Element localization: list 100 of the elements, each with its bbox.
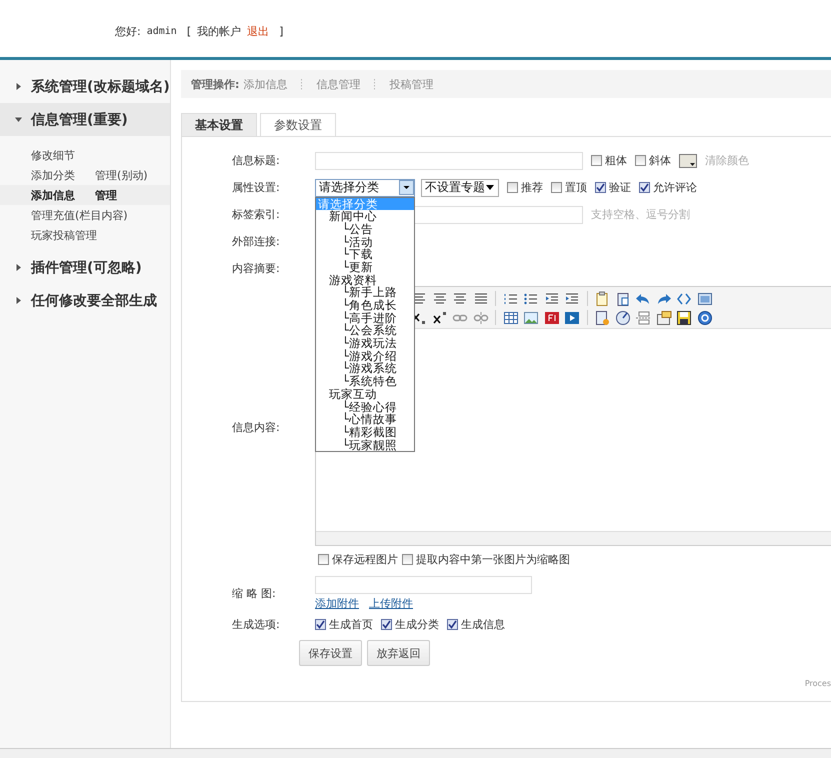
menu-group-header[interactable]: 信息管理(重要) bbox=[0, 103, 170, 136]
indent-icon[interactable] bbox=[544, 290, 560, 306]
tab[interactable]: 参数设置 bbox=[260, 113, 336, 136]
checkbox-label: 斜体 bbox=[649, 153, 671, 168]
checkbox-label: 保存远程图片 bbox=[332, 552, 398, 567]
dropdown-option[interactable]: └更新 bbox=[316, 260, 414, 274]
dotted-separator-icon bbox=[374, 78, 376, 90]
field-label: 内容摘要: bbox=[231, 261, 281, 276]
page-break-icon[interactable] bbox=[635, 310, 651, 326]
checkbox[interactable] bbox=[551, 182, 562, 193]
menu-link[interactable]: 添加分类 bbox=[31, 168, 75, 182]
checkmark-icon bbox=[316, 620, 325, 629]
form-button[interactable]: 放弃返回 bbox=[367, 640, 430, 666]
field-label: 属性设置: bbox=[231, 180, 281, 195]
checkbox-label: 提取内容中第一张图片为缩略图 bbox=[416, 552, 570, 567]
field-label: 标签索引: bbox=[231, 207, 281, 222]
dotted-separator-icon bbox=[301, 78, 302, 90]
account-link[interactable]: 我的帐户 bbox=[197, 24, 242, 39]
clipboard-icon[interactable] bbox=[594, 290, 610, 306]
checkmark-icon bbox=[448, 620, 457, 629]
menu-link[interactable]: 管理 bbox=[95, 188, 117, 202]
checkmark-icon bbox=[596, 183, 605, 192]
dropdown-option[interactable]: └公会系统 bbox=[316, 324, 414, 338]
checkbox[interactable] bbox=[595, 182, 606, 193]
category-select[interactable]: 请选择分类 bbox=[315, 178, 415, 196]
caret-down-icon bbox=[486, 185, 494, 190]
superscript-icon[interactable] bbox=[432, 310, 448, 326]
dropdown-option[interactable]: └公告 bbox=[316, 222, 414, 236]
footer-note: Proces bbox=[804, 679, 831, 688]
checkbox[interactable] bbox=[318, 554, 329, 565]
dropdown-option[interactable]: └新手上路 bbox=[316, 286, 414, 299]
align-icon[interactable] bbox=[452, 290, 468, 306]
paste-document-icon[interactable] bbox=[614, 290, 630, 306]
dropdown-option[interactable]: └心情故事 bbox=[316, 413, 414, 426]
media-player-icon[interactable] bbox=[564, 310, 580, 326]
checkbox-label: 允许评论 bbox=[653, 180, 697, 195]
checkmark-icon bbox=[382, 620, 391, 629]
topic-select[interactable]: 不设置专题 bbox=[421, 178, 499, 196]
field-label: 信息标题: bbox=[231, 153, 281, 168]
dropdown-option[interactable]: └游戏玩法 bbox=[316, 337, 414, 350]
dropdown-option[interactable]: └游戏介绍 bbox=[316, 350, 414, 362]
menu-link[interactable]: 管理充值(栏目内容) bbox=[31, 208, 128, 222]
greeting-text: 您好: bbox=[115, 24, 141, 39]
checkbox[interactable] bbox=[635, 155, 646, 166]
checkbox[interactable] bbox=[447, 619, 458, 630]
title-input[interactable] bbox=[315, 152, 583, 170]
checkbox[interactable] bbox=[507, 182, 518, 193]
align-icon[interactable] bbox=[432, 290, 448, 306]
dropdown-option[interactable]: └系统特色 bbox=[316, 375, 414, 388]
bracket-text: ] bbox=[279, 25, 284, 38]
dropdown-option[interactable]: └游戏系统 bbox=[316, 362, 414, 376]
checkbox-label: 生成分类 bbox=[395, 617, 439, 632]
field-label: 信息内容: bbox=[231, 420, 281, 434]
menu-group-header[interactable]: 系统管理(改标题域名) bbox=[0, 70, 170, 103]
dropdown-option[interactable]: └活动 bbox=[316, 236, 414, 248]
checkbox[interactable] bbox=[315, 619, 326, 630]
bracket-text: [ bbox=[186, 25, 192, 38]
dropdown-option[interactable]: 游戏资料 bbox=[316, 274, 414, 286]
dropdown-option[interactable]: 玩家互动 bbox=[316, 388, 414, 400]
window-icon[interactable] bbox=[696, 290, 712, 306]
caret-right-icon bbox=[15, 264, 22, 271]
tab[interactable]: 基本设置 bbox=[181, 113, 257, 136]
menu-group-title: 任何修改要全部生成 bbox=[31, 292, 157, 310]
select-value: 请选择分类 bbox=[319, 179, 379, 196]
menu-group-header[interactable]: 任何修改要全部生成 bbox=[0, 284, 170, 317]
dropdown-option[interactable]: └高手进阶 bbox=[316, 312, 414, 324]
attachment-link[interactable]: 添加附件 bbox=[315, 596, 359, 611]
menu-link[interactable]: 管理(别动) bbox=[95, 168, 148, 182]
dropdown-option[interactable]: 新闻中心 bbox=[316, 210, 414, 223]
dropdown-option[interactable]: └角色成长 bbox=[316, 299, 414, 312]
selected-menu-row[interactable]: 添加信息 管理 bbox=[0, 185, 170, 205]
template-icon[interactable] bbox=[656, 310, 672, 326]
flash-icon[interactable] bbox=[544, 310, 560, 326]
color-picker-icon[interactable] bbox=[679, 154, 697, 168]
caret-down-icon bbox=[15, 116, 22, 123]
menu-link[interactable]: 添加信息 bbox=[31, 188, 75, 202]
dropdown-option[interactable]: └下载 bbox=[316, 248, 414, 261]
dropdown-option[interactable]: └经验心得 bbox=[316, 400, 414, 414]
dropdown-option[interactable]: └精彩截图 bbox=[316, 426, 414, 439]
field-label: 外部连接: bbox=[231, 234, 281, 249]
form-button[interactable]: 保存设置 bbox=[299, 640, 362, 666]
checkbox[interactable] bbox=[591, 155, 602, 166]
thumbnail-input[interactable] bbox=[315, 576, 532, 594]
table-icon[interactable] bbox=[502, 310, 518, 326]
attachment-link[interactable]: 上传附件 bbox=[369, 596, 413, 611]
menu-link[interactable]: 修改细节 bbox=[31, 148, 75, 162]
justify-icon[interactable] bbox=[472, 290, 488, 306]
checkbox-label: 生成信息 bbox=[461, 617, 505, 632]
menu-group-title: 系统管理(改标题域名) bbox=[31, 78, 170, 96]
logout-link[interactable]: 退出 bbox=[247, 24, 270, 39]
help-icon[interactable] bbox=[696, 310, 712, 326]
checkbox[interactable] bbox=[402, 554, 413, 565]
menu-group-header[interactable]: 插件管理(可忽略) bbox=[0, 251, 170, 284]
breadcrumb-label: 管理操作: bbox=[191, 76, 240, 92]
checkbox[interactable] bbox=[381, 619, 392, 630]
menu-link[interactable]: 玩家投稿管理 bbox=[31, 228, 97, 242]
indent-icon[interactable] bbox=[564, 290, 580, 306]
code-icon[interactable] bbox=[676, 290, 692, 306]
dropdown-option[interactable]: └玩家靓照 bbox=[316, 438, 414, 452]
checkbox[interactable] bbox=[639, 182, 650, 193]
